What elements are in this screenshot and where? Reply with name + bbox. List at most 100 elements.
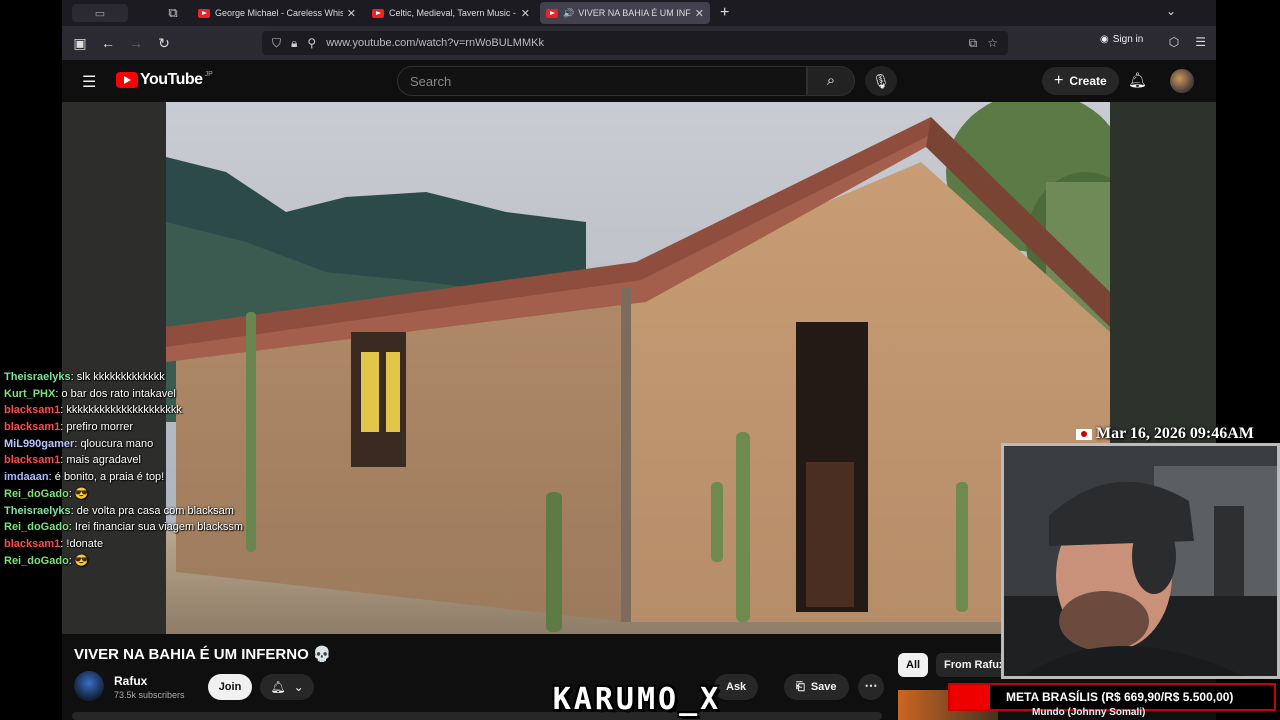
chat-username: blacksam1 (4, 537, 61, 550)
more-actions-icon[interactable]: ⋯ (858, 674, 884, 700)
description-box[interactable] (72, 712, 882, 720)
youtube-logo[interactable]: YouTube JP (116, 71, 213, 89)
chat-text: slk kkkkkkkkkkkkk (76, 371, 165, 383)
create-button[interactable]: + Create (1042, 67, 1119, 95)
chat-text: 😎 (74, 554, 89, 567)
chat-username: Theisraelyks (4, 371, 71, 383)
shield-icon[interactable]: ⛉ (272, 36, 281, 51)
chat-text: mais agradavel (66, 454, 141, 467)
search-button[interactable]: ⌕ (807, 66, 855, 96)
chat-message: Rei_doGado: 😎 (4, 486, 274, 503)
sidebar-icon[interactable]: ▣ (66, 35, 94, 52)
region-code: JP (204, 71, 213, 78)
chat-message: blacksam1: !donate (4, 536, 274, 553)
tab[interactable]: Celtic, Medieval, Tavern Music - ✕ (366, 2, 536, 24)
goal-text: META BRASÍLIS (R$ 669,90/R$ 5.500,00) (1006, 690, 1234, 704)
forward-icon[interactable]: → (122, 35, 150, 51)
url-text[interactable]: www.youtube.com/watch?v=rnWoBULMMKk (326, 37, 544, 49)
sidebar-toggle-icon[interactable]: ▭ (72, 4, 128, 22)
permissions-icon[interactable]: ⚲ (307, 36, 316, 50)
join-button[interactable]: Join (208, 674, 252, 700)
reload-icon[interactable]: ↻ (150, 35, 178, 52)
webcam-image (1004, 446, 1277, 676)
chevron-down-icon[interactable]: ⌄ (1166, 4, 1176, 18)
speaker-icon[interactable]: 🔊 (563, 8, 574, 19)
url-bar[interactable]: ⛉ 🔒︎ ⚲ www.youtube.com/watch?v=rnWoBULMM… (262, 31, 1008, 55)
chip-all[interactable]: All (898, 653, 929, 677)
stream-chat: Theisraelyks: slk kkkkkkkkkkkkk Kurt_PHX:… (4, 369, 274, 569)
search-placeholder: Search (410, 73, 452, 89)
chat-message: Rei_doGado: Irei financiar sua viagem bl… (4, 519, 274, 536)
tab-active[interactable]: 🔊 VIVER NA BAHIA É UM INFE ✕ (540, 2, 710, 24)
video-frame[interactable] (166, 102, 1110, 634)
tab-bar: ▭ ⧉ George Michael - Careless Whis ✕ Cel… (62, 0, 1216, 26)
chat-message: blacksam1: prefiro morrer (4, 419, 274, 436)
chat-message: blacksam1: mais agradavel (4, 452, 274, 469)
voice-search-button[interactable]: 🎙︎ (865, 66, 897, 96)
back-icon[interactable]: ← (94, 35, 122, 51)
video-frame-image (166, 102, 1110, 634)
youtube-header: ☰ YouTube JP Search ⌕ 🎙︎ + Create 🔔︎ (62, 60, 1216, 102)
subscriber-count: 73.5k subscribers (114, 690, 185, 700)
youtube-favicon-icon (372, 8, 384, 18)
japan-flag-icon (1076, 428, 1092, 440)
close-tab-icon[interactable]: ✕ (347, 7, 356, 20)
tab[interactable]: George Michael - Careless Whis ✕ (192, 2, 362, 24)
chat-message: Theisraelyks: de volta pra casa com blac… (4, 503, 274, 520)
chat-message: Kurt_PHX: o bar dos rato intakavel (4, 386, 274, 403)
chat-username: MiL990gamer (4, 437, 75, 450)
menu-icon[interactable]: ☰ (1195, 35, 1206, 49)
tab-title: Celtic, Medieval, Tavern Music - (389, 8, 516, 18)
chat-username: Theisraelyks (4, 504, 71, 517)
search-icon: ⌕ (826, 72, 836, 89)
chevron-down-icon: ⌄ (293, 680, 304, 694)
recommended-video-title[interactable]: Mundo (Johnny Somali) (1032, 707, 1145, 718)
nav-bar: ▣ ← → ↻ ⛉ 🔒︎ ⚲ www.youtube.com/watch?v=r… (62, 26, 1216, 60)
picture-in-picture-icon[interactable]: ⧉ (969, 36, 978, 51)
channel-avatar[interactable] (74, 671, 104, 701)
bell-icon: 🔔︎ (270, 680, 286, 694)
chat-username: Rei_doGado (4, 554, 69, 567)
bookmark-star-icon[interactable]: ☆ (987, 36, 998, 51)
notifications-bell-icon[interactable]: 🔔︎ (1128, 71, 1147, 89)
extensions-icon[interactable]: ⬡ (1169, 35, 1179, 49)
hamburger-menu-icon[interactable]: ☰ (82, 72, 96, 92)
chat-username: blacksam1 (4, 404, 61, 417)
chat-text: 😎 (74, 487, 89, 500)
chat-username: blacksam1 (4, 454, 61, 467)
user-avatar[interactable] (1170, 69, 1194, 93)
sign-in-button[interactable]: ◉ Sign in (1100, 34, 1143, 45)
microphone-icon: 🎙︎ (872, 73, 890, 89)
chat-message: Rei_doGado: 😎 (4, 553, 274, 570)
goal-progress-fill (950, 685, 990, 709)
create-label: Create (1069, 74, 1107, 88)
save-button[interactable]: ⎗ Save (784, 674, 849, 700)
youtube-wordmark: YouTube (140, 71, 203, 88)
tab-title: VIVER NA BAHIA É UM INFE (578, 8, 691, 18)
close-tab-icon[interactable]: ✕ (521, 7, 530, 20)
chat-username: imdaaan (4, 471, 49, 484)
new-tab-icon[interactable]: + (720, 4, 729, 22)
video-title: VIVER NA BAHIA É UM INFERNO 💀 (74, 646, 332, 663)
streamer-watermark: KARUMO_X (552, 681, 722, 717)
timestamp-text: Mar 16, 2026 09:46AM (1096, 425, 1254, 442)
chat-text: kkkkkkkkkkkkkkkkkkkkk (66, 404, 182, 417)
chat-username: blacksam1 (4, 421, 61, 434)
tab-list-icon[interactable]: ⧉ (158, 5, 188, 21)
streamer-webcam (1001, 443, 1280, 679)
account-icon: ◉ (1100, 34, 1109, 45)
chat-text: de volta pra casa com blacksam (76, 504, 234, 517)
chat-text: prefiro morrer (66, 421, 134, 434)
subscribed-button[interactable]: 🔔︎ ⌄ (260, 674, 314, 700)
chat-message: Theisraelyks: slk kkkkkkkkkkkkk (4, 369, 274, 386)
youtube-favicon-icon (546, 8, 558, 18)
close-tab-icon[interactable]: ✕ (695, 7, 704, 20)
chat-text: o bar dos rato intakavel (61, 387, 176, 400)
lock-icon[interactable]: 🔒︎ (291, 36, 297, 51)
channel-name[interactable]: Rafux (114, 674, 147, 688)
chat-text: é bonito, a praia é top! (54, 471, 165, 484)
chat-text: !donate (66, 537, 104, 550)
chat-username: Rei_doGado (4, 521, 69, 534)
bookmark-icon: ⎗ (796, 680, 805, 693)
search-input[interactable]: Search (397, 66, 807, 96)
